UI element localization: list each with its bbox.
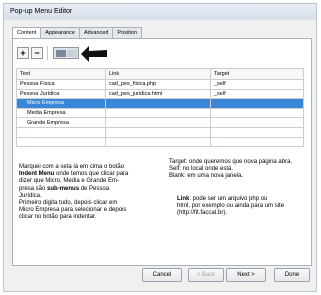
pointer-arrow-icon [81, 46, 107, 62]
row-target: _self [210, 79, 304, 90]
row-text: Grande Empresa [16, 117, 106, 128]
annotation-line: dizer que Micro, Media e Grande Em- [19, 178, 120, 185]
table-row-selected[interactable]: Micro Empresa [16, 98, 304, 109]
row-link: cad_pes_juridica.html [105, 88, 211, 100]
row-text: Media Empresa [16, 107, 106, 119]
row-target [210, 117, 304, 128]
table-row[interactable]: Pessoa Física cad_pes_fisica.php _self [16, 79, 304, 90]
row-link [105, 117, 211, 128]
next-button[interactable]: Next > [226, 268, 266, 282]
outdent-icon [67, 50, 77, 57]
annotation-line: Micro Empresa para selecionar e depois [19, 207, 127, 214]
column-header-text: Text [16, 68, 106, 80]
tab-appearance[interactable]: Appearance [40, 27, 80, 38]
toolbar-separator [47, 46, 48, 60]
back-button[interactable]: < Back [188, 268, 224, 282]
table-row[interactable]: Grande Empresa [16, 117, 304, 128]
content-panel: + − Text Link Target Pessoa Física cad_p… [12, 38, 312, 266]
done-button[interactable]: Done [274, 268, 310, 282]
column-header-target: Target [210, 68, 304, 80]
table-row-empty[interactable] [16, 136, 304, 148]
row-text: Pessoa Física [16, 79, 106, 90]
annotation-line: Jurídica. [19, 192, 42, 199]
row-text: Micro Empresa [16, 98, 106, 109]
add-item-button[interactable]: + [17, 47, 29, 59]
popup-menu-editor-window: Pop-up Menu Editor Content Appearance Ad… [3, 3, 317, 292]
table-row[interactable]: Media Empresa [16, 107, 304, 119]
annotation-line: presa são sub-menus de Pessoa [19, 185, 110, 192]
table-row[interactable]: Pessoa Jurídica cad_pes_juridica.html _s… [16, 88, 304, 100]
annotation-line: html, por exemplo ou ainda para um site [177, 203, 285, 210]
annotation-link: Link: pode ser um arquivo php ou html, p… [177, 196, 311, 218]
row-target [210, 98, 304, 109]
tab-position[interactable]: Position [112, 27, 142, 38]
annotation-line: clicar no botão para indentar. [19, 214, 97, 221]
annotation-line: Link: pode ser um arquivo php ou [177, 196, 268, 202]
annotation-line: Primeiro digita tudo, depois clicar em [19, 200, 118, 207]
table-header-row: Text Link Target [16, 68, 304, 80]
tab-advanced[interactable]: Advanced [78, 27, 114, 38]
remove-item-button[interactable]: − [31, 47, 43, 59]
row-text: Pessoa Jurídica [16, 88, 106, 100]
menu-items-table: Text Link Target Pessoa Física cad_pes_f… [16, 68, 304, 148]
indent-menu-button[interactable] [53, 47, 79, 59]
table-row-empty[interactable] [16, 126, 304, 138]
annotation-target: Target: onde queremos que nova página ab… [169, 159, 311, 181]
annotation-line: Indent Menu onde temos que clicar para [19, 171, 129, 178]
annotation-left: Marquei com a seta lá em cima o botão In… [19, 164, 169, 222]
row-target [210, 107, 304, 119]
window-title: Pop-up Menu Editor [4, 4, 316, 20]
annotation-line: Marquei com a seta lá em cima o botão [19, 164, 125, 170]
annotation-line: Blank: em uma nova janela. [169, 173, 244, 180]
row-link: cad_pes_fisica.php [105, 79, 211, 90]
cancel-button[interactable]: Cancel [142, 268, 182, 282]
annotation-line: (http://fit.faccat.br). [177, 210, 228, 217]
annotation-line: Self: no local onde está. [169, 166, 234, 173]
column-header-link: Link [105, 68, 211, 80]
annotation-line: Target: onde queremos que nova página ab… [169, 159, 293, 165]
row-target: _self [210, 88, 304, 100]
row-link [105, 98, 211, 109]
indent-icon [56, 50, 66, 57]
row-link [105, 107, 211, 119]
